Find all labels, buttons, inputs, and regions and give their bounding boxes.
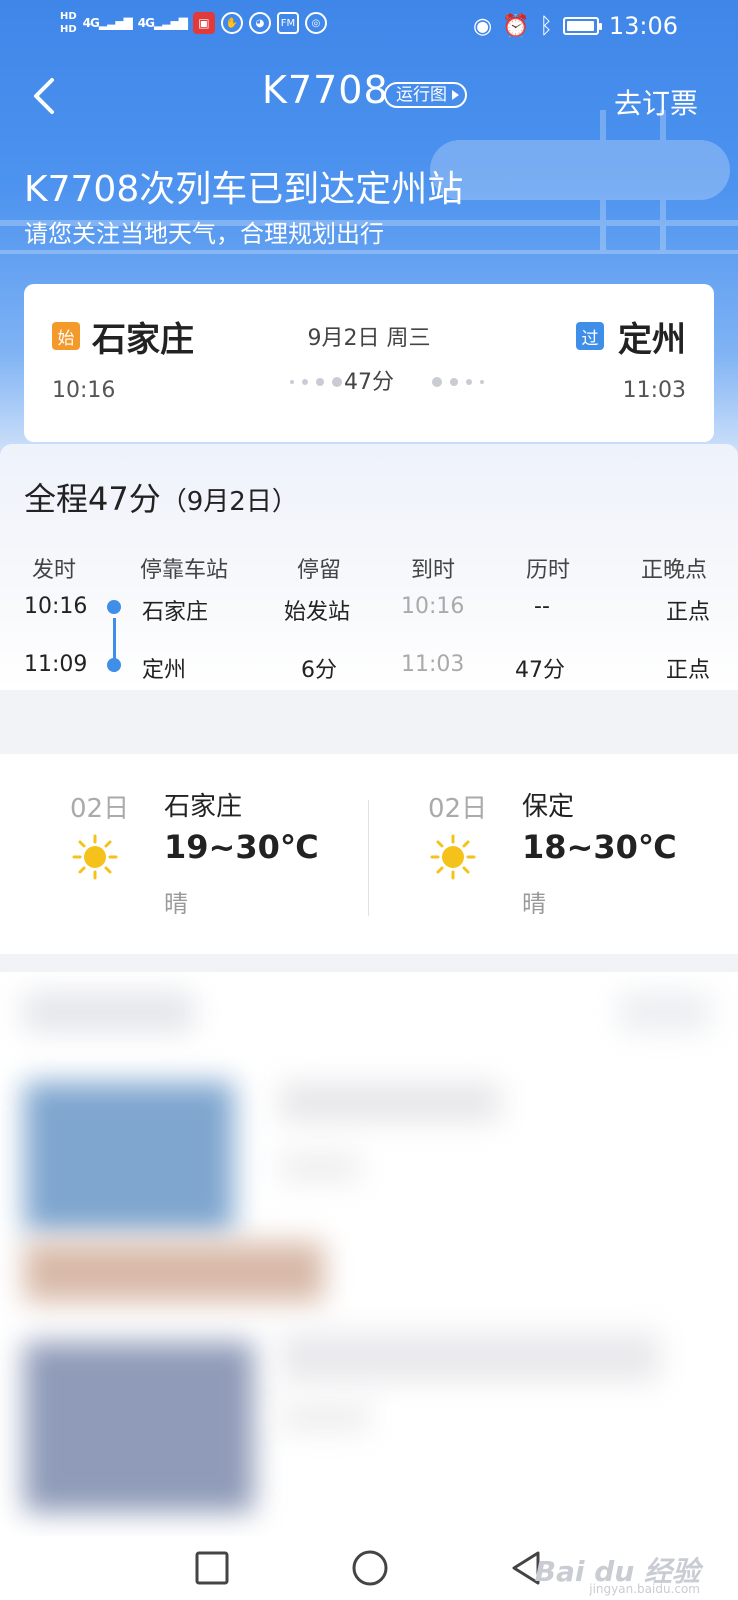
row2-stay: 6分 — [301, 658, 337, 683]
weather-card: 02日 石家庄 19~30℃ 晴 02日 保定 18~30℃ 晴 — [0, 754, 738, 954]
row1-station[interactable]: 石家庄 — [142, 594, 208, 626]
timeline-dot-end — [107, 658, 121, 672]
header-stay: 停留 — [297, 558, 342, 583]
weather-divider — [368, 800, 369, 916]
recent-apps-icon[interactable] — [192, 1548, 232, 1588]
hotspot-icon: ◎ — [304, 12, 327, 34]
schedule-panel: 全程47分（9月2日） 发时 停靠车站 停留 到时 历时 正晚点 10:16 石… — [0, 444, 738, 690]
sun-icon — [72, 834, 118, 880]
weather-cond-2: 晴 — [522, 890, 546, 918]
dot — [480, 380, 484, 384]
fm-icon: FM — [276, 12, 299, 34]
hand-icon: ✋ — [220, 12, 243, 34]
nav-bar: K7708 运行图 去订票 — [0, 60, 738, 132]
dot — [432, 377, 442, 387]
header-station: 停靠车站 — [140, 558, 229, 583]
row1-arrive: 10:16 — [401, 594, 465, 619]
row1-status: 正点 — [666, 600, 711, 625]
schedule-total-duration: 全程47分 — [24, 480, 161, 518]
watermark-url: jingyan.baidu.com — [589, 1582, 700, 1596]
dot — [332, 377, 342, 387]
back-arrow-icon[interactable] — [24, 74, 68, 118]
weather-day-2: 02日 — [428, 794, 488, 824]
blurred-image — [24, 1342, 254, 1512]
to-time: 11:03 — [622, 378, 686, 403]
weather-temp-1: 19~30℃ — [164, 828, 319, 866]
network-type-1: 4G — [82, 16, 100, 30]
battery-level — [566, 21, 595, 31]
weather-day-1: 02日 — [70, 794, 130, 824]
eye-icon: ◉ — [473, 13, 493, 39]
blurred-block — [620, 992, 710, 1032]
hd-label-2: HD — [60, 24, 77, 35]
trip-summary-card: 始 石家庄 10:16 9月2日 周三 47分 过 定州 11:03 — [24, 284, 714, 442]
bluetooth-icon: ᛒ — [539, 13, 553, 39]
header-status: 正晚点 — [641, 558, 708, 583]
to-station-name: 定州 — [618, 320, 686, 360]
duration-dots-left — [290, 377, 342, 387]
blurred-image — [24, 1082, 234, 1232]
blurred-image — [24, 1242, 324, 1302]
blurred-block — [280, 1082, 500, 1122]
weather-temp-2: 18~30℃ — [522, 828, 677, 866]
row1-stay: 始发站 — [284, 600, 351, 625]
row2-station[interactable]: 定州 — [142, 652, 186, 684]
dot — [290, 380, 294, 384]
row2-elapsed: 47分 — [515, 658, 565, 683]
book-ticket-button[interactable]: 去订票 — [614, 82, 698, 122]
row2-depart: 11:09 — [24, 652, 88, 677]
dot — [302, 379, 308, 385]
clock: 13:06 — [608, 12, 678, 40]
blurred-recommendations — [0, 972, 738, 1540]
network-type-2: 4G — [137, 16, 155, 30]
weather-city-1: 石家庄 — [164, 792, 243, 822]
trip-duration: 47分 — [344, 370, 394, 395]
pass-station-tag: 过 — [576, 322, 604, 350]
news-app-icon: ▣ — [192, 12, 215, 34]
arrival-subline: 请您关注当地天气，合理规划出行 — [24, 220, 384, 248]
signal-2: 4G▂▃▅▇ — [137, 16, 188, 30]
duration-dots-right — [432, 377, 484, 387]
hd-indicators: HD HD — [60, 10, 77, 36]
train-number-title: K7708 — [262, 68, 389, 112]
wechat-icon: ◕ — [248, 12, 271, 34]
schedule-title: 全程47分（9月2日） — [24, 474, 298, 520]
timeline-dot-start — [107, 600, 121, 614]
dot — [450, 378, 458, 386]
dot — [466, 379, 472, 385]
route-map-button[interactable]: 运行图 — [384, 82, 467, 108]
status-bar: HD HD 4G▂▃▅▇ 4G▂▃▅▇ ▣ ✋ ◕ FM ◎ ◉ ⏰ ᛒ 13:… — [0, 0, 738, 56]
blurred-block — [280, 1402, 370, 1432]
weather-cond-1: 晴 — [164, 890, 188, 918]
blurred-block — [280, 1332, 660, 1382]
blurred-block — [280, 1152, 360, 1182]
blurred-block — [24, 992, 194, 1032]
weather-city-2: 保定 — [522, 792, 575, 822]
row2-status: 正点 — [666, 658, 711, 683]
battery-icon — [562, 17, 602, 35]
system-navigation-bar: Bai du 经验 jingyan.baidu.com — [0, 1536, 738, 1600]
row1-elapsed: -- — [534, 594, 550, 619]
dot — [316, 378, 324, 386]
schedule-date: （9月2日） — [160, 487, 298, 517]
status-right: ◉ ⏰ ᛒ 13:06 — [473, 12, 678, 40]
signal-1: 4G▂▃▅▇ — [82, 16, 133, 30]
header-arrive: 到时 — [411, 558, 456, 583]
sun-icon — [430, 834, 476, 880]
trip-date: 9月2日 周三 — [307, 326, 431, 351]
hd-label-1: HD — [60, 11, 77, 22]
row2-arrive: 11:03 — [401, 652, 465, 677]
header-depart: 发时 — [32, 558, 77, 583]
row1-depart: 10:16 — [24, 594, 88, 619]
status-left: HD HD 4G▂▃▅▇ 4G▂▃▅▇ ▣ ✋ ◕ FM ◎ — [60, 10, 327, 36]
home-icon[interactable] — [350, 1548, 390, 1588]
alarm-icon: ⏰ — [502, 13, 530, 39]
arrival-headline: K7708次列车已到达定州站 — [24, 169, 464, 210]
header-elapsed: 历时 — [526, 558, 571, 583]
